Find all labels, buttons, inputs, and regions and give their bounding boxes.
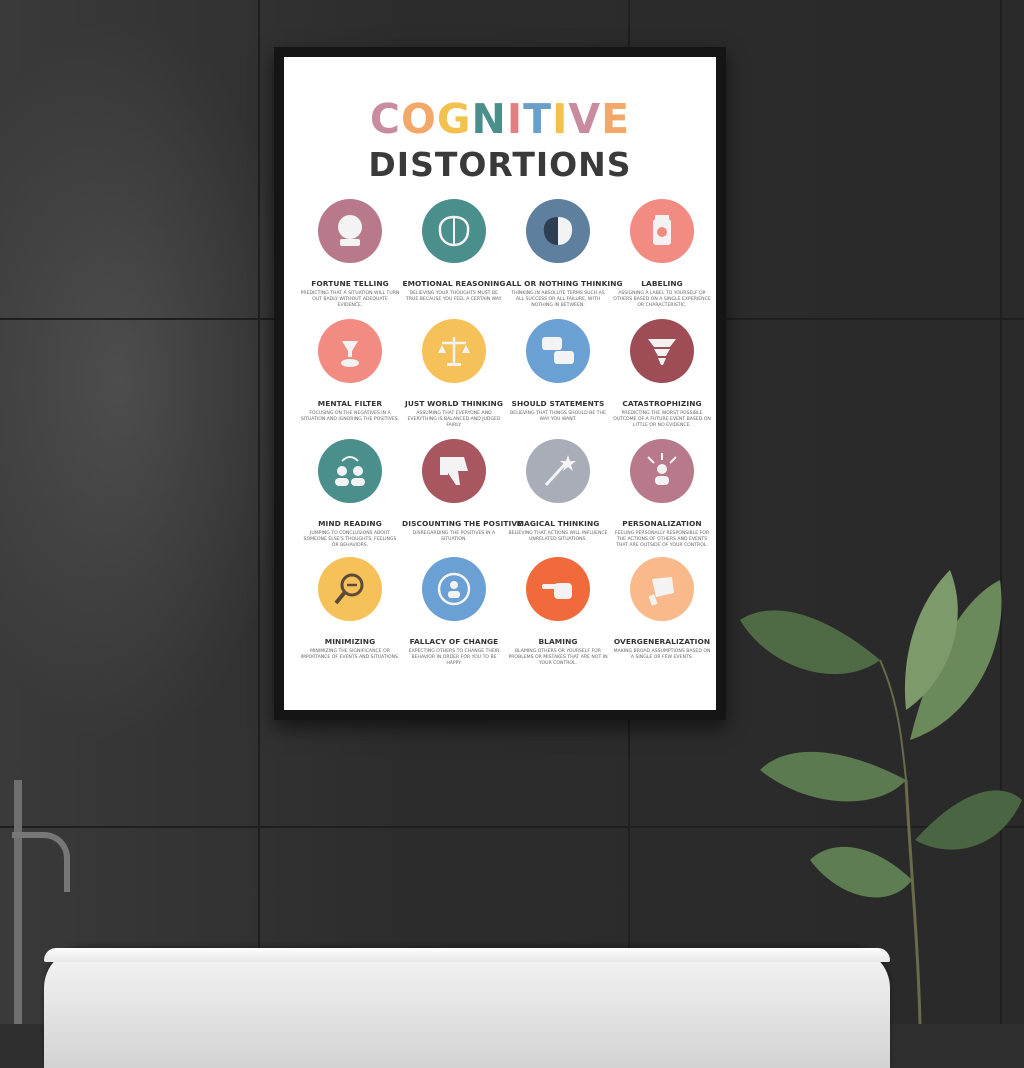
distortion-card: EMOTIONAL REASONING BELIEVING YOUR THOUGH… bbox=[402, 199, 506, 303]
title-letter: T bbox=[523, 95, 553, 143]
thumbs-down-icon bbox=[422, 439, 486, 503]
two-people-icon bbox=[318, 439, 382, 503]
distortion-description: EXPECTING OTHERS TO CHANGE THEIR BEHAVIO… bbox=[408, 649, 500, 667]
distortion-name: PERSONALIZATION bbox=[622, 519, 702, 528]
faucet bbox=[14, 780, 22, 1024]
distortion-name: JUST WORLD THINKING bbox=[404, 399, 504, 408]
distortion-card: CATASTROPHIZING PREDICTING THE WORST POSS… bbox=[610, 319, 714, 430]
distortion-name: DISCOUNTING THE POSITIVE bbox=[402, 519, 523, 528]
distortion-name: BLAMING bbox=[538, 637, 578, 646]
poster: COGNITIVE DISTORTIONS FORTUNE TELLING PRE… bbox=[284, 57, 716, 710]
filter-icon bbox=[318, 319, 382, 383]
bathtub bbox=[44, 948, 890, 1068]
distortion-description: BELIEVING YOUR THOUGHTS MUST BE TRUE BEC… bbox=[405, 291, 503, 303]
distortion-card: PERSONALIZATION FEELING PERSONALLY RESPON… bbox=[610, 439, 714, 550]
paintbrush-icon bbox=[630, 557, 694, 621]
distortion-description: JUMPING TO CONCLUSIONS ABOUT SOMEONE ELS… bbox=[303, 531, 397, 549]
tile-grout bbox=[258, 0, 260, 1024]
distortion-description: MINIMIZING THE SIGNIFICANCE OR IMPORTANC… bbox=[300, 649, 400, 661]
distortion-card: FALLACY OF CHANGE EXPECTING OTHERS TO CHA… bbox=[402, 557, 506, 668]
distortion-card: MINIMIZING MINIMIZING THE SIGNIFICANCE OR… bbox=[298, 557, 402, 661]
distortion-description: BLAMING OTHERS OR YOURSELF FOR PROBLEMS … bbox=[508, 649, 608, 667]
distortion-name: MAGICAL THINKING bbox=[516, 519, 600, 528]
half-brain-icon bbox=[526, 199, 590, 263]
bathtub-rim bbox=[44, 948, 890, 962]
magnifier-minus-icon bbox=[318, 557, 382, 621]
distortion-description: PREDICTING THE WORST POSSIBLE OUTCOME OF… bbox=[613, 411, 711, 429]
distortion-card: ALL OR NOTHING THINKING THINKING IN ABSOL… bbox=[506, 199, 623, 310]
distortion-name: CATASTROPHIZING bbox=[622, 399, 702, 408]
distortion-name: EMOTIONAL REASONING bbox=[402, 279, 506, 288]
brain-icon bbox=[422, 199, 486, 263]
distortion-name: FALLACY OF CHANGE bbox=[409, 637, 499, 646]
distortion-description: ASSIGNING A LABEL TO YOURSELF OR OTHERS … bbox=[613, 291, 711, 309]
faucet-tip bbox=[64, 882, 70, 892]
pointing-hand-icon bbox=[526, 557, 590, 621]
title-letter: O bbox=[401, 95, 437, 143]
distortion-description: BELIEVING THAT THINGS SHOULD BE THE WAY … bbox=[510, 411, 606, 423]
distortion-description: FEELING PERSONALLY RESPONSIBLE FOR THE A… bbox=[614, 531, 710, 549]
distortion-card: DISCOUNTING THE POSITIVE DISREGARDING THE… bbox=[402, 439, 523, 543]
distortion-description: ASSUMING THAT EVERYONE AND EVERYTHING IS… bbox=[407, 411, 501, 429]
distortion-card: MIND READING JUMPING TO CONCLUSIONS ABOUT… bbox=[298, 439, 402, 550]
distortion-name: ALL OR NOTHING THINKING bbox=[506, 279, 623, 288]
crystal-ball-icon bbox=[318, 199, 382, 263]
title-letter: I bbox=[506, 95, 524, 143]
distortion-card: LABELING ASSIGNING A LABEL TO YOURSELF OR… bbox=[610, 199, 714, 310]
distortion-description: MAKING BROAD ASSUMPTIONS BASED ON A SING… bbox=[613, 649, 711, 661]
distortion-card: SHOULD STATEMENTS BELIEVING THAT THINGS S… bbox=[506, 319, 610, 423]
title-letter: G bbox=[436, 95, 472, 143]
distortion-card: OVERGENERALIZATION MAKING BROAD ASSUMPTIO… bbox=[610, 557, 714, 661]
title-letter: E bbox=[601, 95, 631, 143]
distortion-card: MENTAL FILTER FOCUSING ON THE NEGATIVES I… bbox=[298, 319, 402, 423]
person-cycle-icon bbox=[422, 557, 486, 621]
tornado-icon bbox=[630, 319, 694, 383]
distortion-description: DISREGARDING THE POSITIVES IN A SITUATIO… bbox=[412, 531, 496, 543]
distortion-name: OVERGENERALIZATION bbox=[613, 637, 711, 646]
distortion-name: MIND READING bbox=[318, 519, 382, 528]
distortion-name: MENTAL FILTER bbox=[317, 399, 383, 408]
distortion-name: SHOULD STATEMENTS bbox=[511, 399, 605, 408]
distortion-description: PREDICTING THAT A SITUATION WILL TURN OU… bbox=[300, 291, 400, 309]
faucet-spout bbox=[12, 832, 70, 888]
title-letter: C bbox=[369, 95, 401, 143]
title-letter: I bbox=[552, 95, 569, 143]
distortion-card: MAGICAL THINKING BELIEVING THAT ACTIONS W… bbox=[506, 439, 610, 543]
distortion-card: JUST WORLD THINKING ASSUMING THAT EVERYON… bbox=[402, 319, 506, 430]
distortion-description: FOCUSING ON THE NEGATIVES IN A SITUATION… bbox=[300, 411, 400, 423]
title-letter: N bbox=[471, 95, 507, 143]
poster-title-cognitive: COGNITIVE bbox=[284, 95, 716, 143]
distortion-name: LABELING bbox=[641, 279, 683, 288]
jar-label-icon bbox=[630, 199, 694, 263]
speech-bubbles-icon bbox=[526, 319, 590, 383]
scales-icon bbox=[422, 319, 486, 383]
distortion-description: THINKING IN ABSOLUTE TERMS SUCH AS ALL S… bbox=[511, 291, 605, 309]
poster-title-distortions: DISTORTIONS bbox=[368, 145, 632, 184]
distortion-name: FORTUNE TELLING bbox=[311, 279, 389, 288]
poster-frame: COGNITIVE DISTORTIONS FORTUNE TELLING PRE… bbox=[274, 47, 726, 720]
distortion-description: BELIEVING THAT ACTIONS WILL INFLUENCE UN… bbox=[508, 531, 608, 543]
distortion-card: FORTUNE TELLING PREDICTING THAT A SITUATI… bbox=[298, 199, 402, 310]
person-arrows-icon bbox=[630, 439, 694, 503]
distortion-card: BLAMING BLAMING OTHERS OR YOURSELF FOR PR… bbox=[506, 557, 610, 668]
magic-wand-icon bbox=[526, 439, 590, 503]
distortion-name: MINIMIZING bbox=[324, 637, 376, 646]
title-letter: V bbox=[568, 95, 602, 143]
